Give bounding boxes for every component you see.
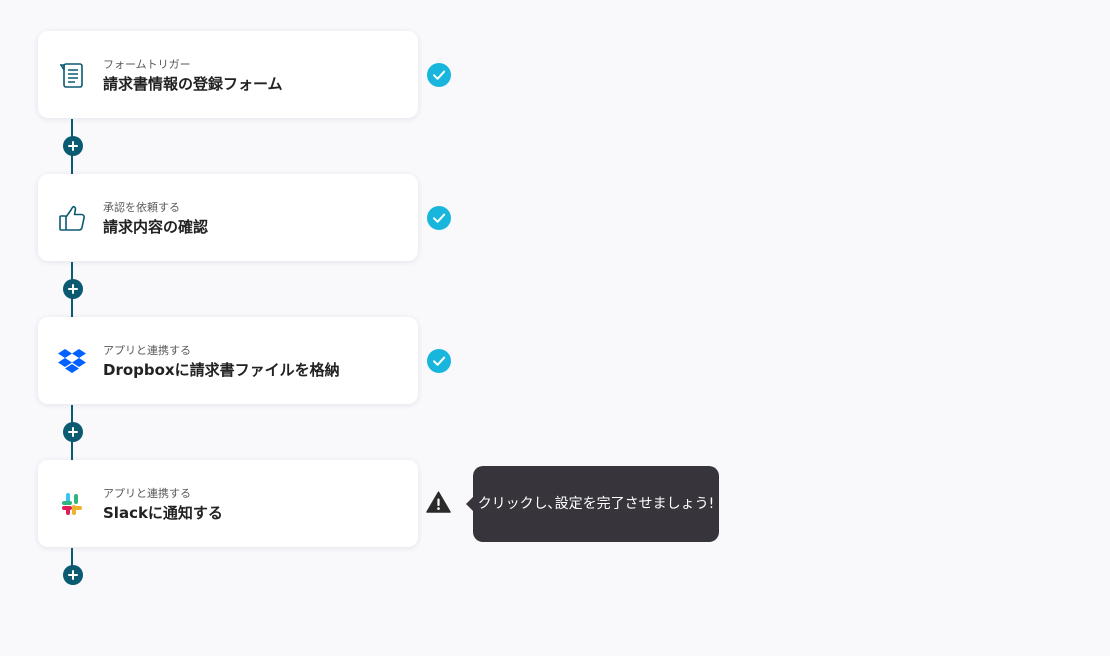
check-complete-icon [427, 63, 451, 87]
check-complete-icon [427, 206, 451, 230]
warning-icon [426, 491, 451, 513]
add-step-button[interactable] [63, 422, 83, 442]
step-title: Slackに通知する [103, 504, 223, 522]
setup-tooltip: クリックし､設定を完了させましょう! [466, 466, 719, 542]
thumbs-up-icon [56, 202, 88, 234]
workflow-canvas: フォームトリガー 請求書情報の登録フォーム 承認を依頼する 請求内容の確認 アプ… [0, 0, 1110, 656]
form-icon [56, 59, 88, 91]
step-subtitle: フォームトリガー [103, 58, 191, 71]
step-title: Dropboxに請求書ファイルを格納 [103, 361, 340, 379]
step-title: 請求内容の確認 [103, 218, 209, 236]
dropbox-icon [56, 345, 88, 377]
step-subtitle: アプリと連携する [103, 344, 191, 357]
check-complete-icon [427, 349, 451, 373]
step-card-dropbox[interactable]: アプリと連携する Dropboxに請求書ファイルを格納 [38, 317, 418, 404]
tooltip-text: クリックし､設定を完了させましょう! [477, 496, 715, 512]
step-card-form-trigger[interactable]: フォームトリガー 請求書情報の登録フォーム [38, 31, 418, 118]
slack-icon [56, 488, 88, 520]
add-step-button[interactable] [63, 565, 83, 585]
step-subtitle: 承認を依頼する [103, 201, 180, 214]
tooltip-arrow [466, 497, 473, 511]
add-step-button[interactable] [63, 279, 83, 299]
step-title: 請求書情報の登録フォーム [103, 75, 283, 93]
step-subtitle: アプリと連携する [103, 487, 191, 500]
add-step-button[interactable] [63, 136, 83, 156]
step-card-approval[interactable]: 承認を依頼する 請求内容の確認 [38, 174, 418, 261]
step-card-slack[interactable]: アプリと連携する Slackに通知する [38, 460, 418, 547]
